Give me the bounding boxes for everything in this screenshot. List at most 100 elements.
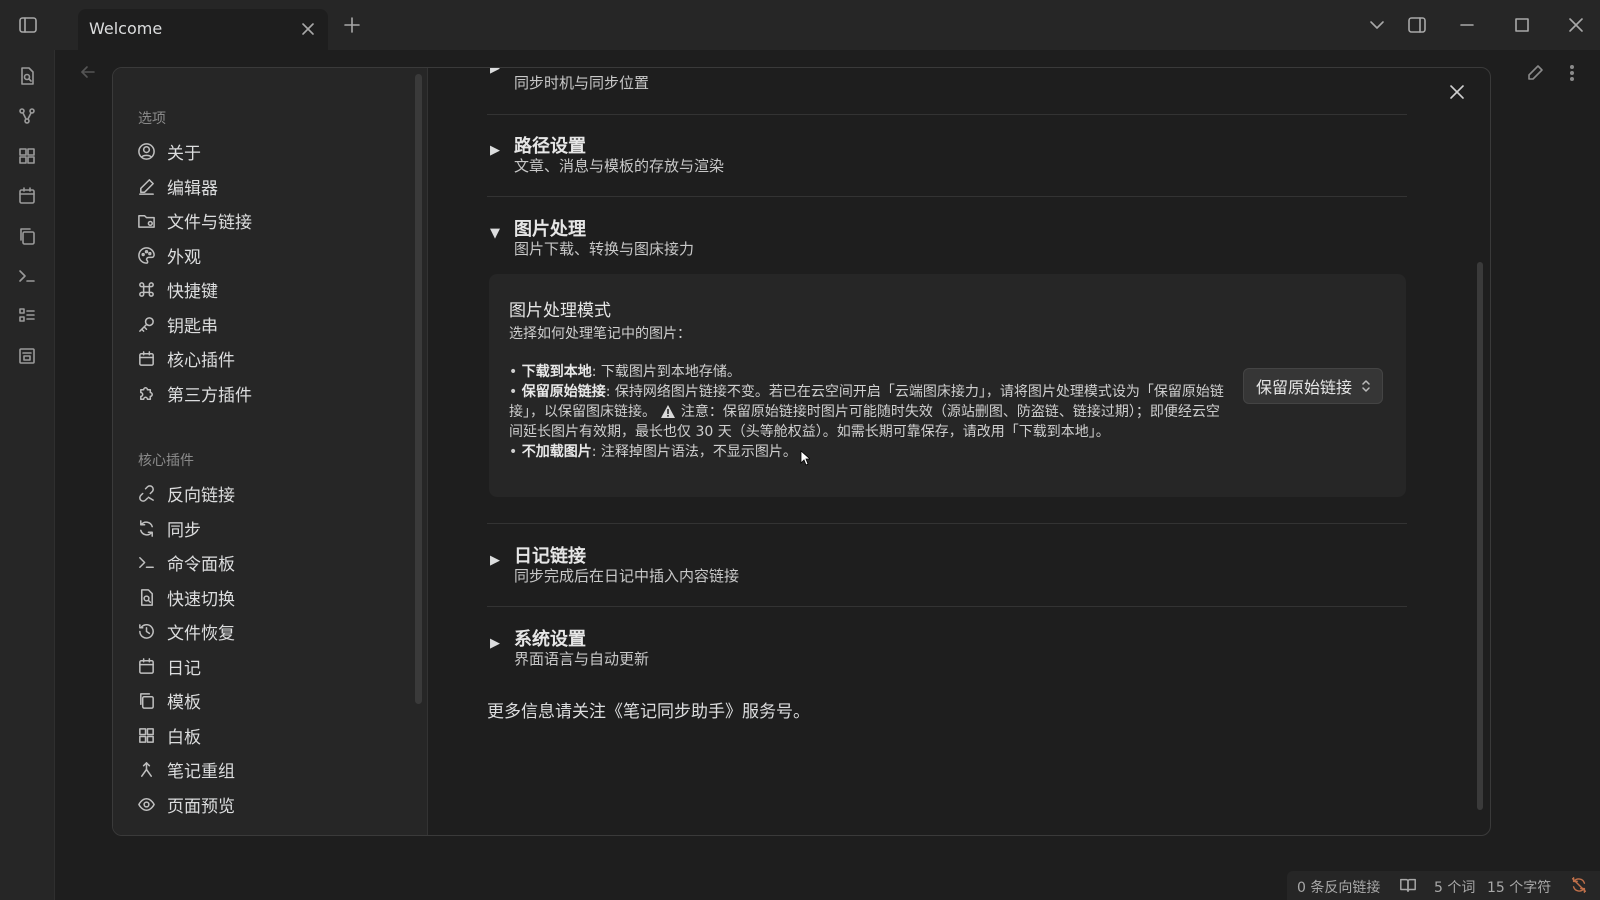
sidebar-item-daily-notes[interactable]: 日记 [133,650,405,682]
char-count: 15 个字符 [1487,880,1552,896]
section-path-settings[interactable]: ▶ 路径设置 文章、消息与模板的存放与渲染 [487,130,1407,180]
minimize-icon[interactable] [1455,13,1479,37]
sidebar-item-quick-switcher[interactable]: 快速切换 [133,581,405,613]
sidebar-item-keychain[interactable]: 钥匙串 [133,308,405,340]
section-desc: 同步时机与同步位置 [514,74,650,92]
grid-icon [139,727,154,743]
options-group-label: 选项 [138,111,166,127]
sidebar-item-core-plugins[interactable]: 核心插件 [133,342,405,374]
sidebar-item-label: 文件恢复 [167,623,235,644]
sidebar-toggle-icon[interactable] [16,13,40,37]
close-icon[interactable] [1447,82,1467,102]
terminal-icon[interactable] [17,266,37,286]
option-local: • 下载到本地: 下载图片到本地存储。 [509,364,741,380]
collapse-arrow-icon[interactable]: ▼ [490,226,500,241]
option-name: 不加载图片 [521,444,592,460]
sidebar-item-backlinks[interactable]: 反向链接 [133,477,405,509]
sidebar-item-community-plugins[interactable]: 第三方插件 [133,377,405,409]
more-options-icon[interactable] [1562,63,1582,83]
option-no-load: • 不加载图片: 注释掉图片语法，不显示图片。 [509,444,797,460]
file-search-icon[interactable] [17,66,37,86]
expand-arrow-icon[interactable]: ▶ [490,636,500,651]
divider [487,606,1407,607]
expand-arrow-icon[interactable]: ▶ [490,553,500,568]
option-name: 保留原始链接 [521,384,606,400]
sidebar-item-label: 快捷键 [167,281,218,302]
sidebar-item-canvas[interactable]: 白板 [133,719,405,751]
sidebar-scrollbar[interactable] [415,74,422,704]
sidebar-item-note-composer[interactable]: 笔记重组 [133,753,405,785]
sidebar-item-label: 同步 [167,520,201,541]
merge-icon [140,761,153,777]
list-icon[interactable] [17,306,37,326]
chevron-down-icon[interactable] [1365,13,1389,37]
option-desc: : 注释掉图片语法，不显示图片。 [591,444,797,460]
section-sync-timing[interactable]: ▶ 同步时机与同步位置 [487,68,1407,108]
copy-icon[interactable] [17,226,37,246]
reading-view-icon[interactable] [1399,876,1417,894]
backlinks-count[interactable]: 0 条反向链接 [1297,877,1380,897]
section-desc: 界面语言与自动更新 [514,650,650,668]
sidebar-item-command-palette[interactable]: 命令面板 [133,546,405,578]
tab-title: Welcome [89,19,163,38]
maximize-icon[interactable] [1510,13,1534,37]
canvas-icon[interactable] [17,146,37,166]
section-diary-link[interactable]: ▶ 日记链接 同步完成后在日记中插入内容链接 [487,540,1407,590]
title-bar: Welcome [0,0,1600,50]
arrow-left-icon[interactable] [78,62,98,82]
calendar-icon [139,657,154,674]
new-tab-icon[interactable] [340,13,364,37]
image-mode-setting: 图片处理模式 选择如何处理笔记中的图片： • 下载到本地: 下载图片到本地存储。… [489,274,1406,497]
image-mode-select[interactable]: 保留原始链接 [1243,368,1383,404]
sync-plugin-icon[interactable] [17,346,37,366]
sidebar-item-label: 笔记重组 [167,761,235,782]
chevron-up-down-icon [1362,380,1370,392]
sidebar-item-sync[interactable]: 同步 [133,512,405,544]
option-desc: : 下载图片到本地存储。 [591,364,741,380]
sidebar-item-hotkeys[interactable]: 快捷键 [133,273,405,305]
right-sidebar-toggle-icon[interactable] [1405,13,1429,37]
sidebar-item-label: 快速切换 [167,589,235,610]
section-desc: 文章、消息与模板的存放与渲染 [514,157,725,175]
sidebar-item-appearance[interactable]: 外观 [133,239,405,271]
sidebar-item-label: 日记 [167,658,201,679]
sidebar-item-page-preview[interactable]: 页面预览 [133,788,405,820]
setting-description: 选择如何处理笔记中的图片： • 下载到本地: 下载图片到本地存储。 • 保留原始… [509,324,1229,462]
tab-welcome[interactable]: Welcome [78,9,328,50]
option-name: 下载到本地 [521,364,592,380]
calendar-box-icon [139,350,154,366]
sync-disabled-icon[interactable] [1570,876,1588,894]
sidebar-item-about[interactable]: 关于 [133,135,405,167]
window-close-icon[interactable] [1564,13,1588,37]
sidebar-item-editor[interactable]: 编辑器 [133,170,405,202]
sidebar-item-label: 核心插件 [167,350,235,371]
option-keep-link: • 保留原始链接: 保持网络图片链接不变。若已在云空间开启「云端图床接力」，请将… [509,384,1224,440]
edit-icon[interactable] [1525,63,1545,83]
footer-note: 更多信息请关注《笔记同步助手》服务号。 [487,702,810,722]
word-count: 5 个词 [1434,880,1476,896]
content-scrollbar[interactable] [1477,262,1483,810]
sidebar-item-label: 反向链接 [167,485,235,506]
mouse-cursor-icon [800,450,810,466]
terminal-icon [139,556,154,568]
key-icon [139,316,154,332]
sidebar-item-label: 钥匙串 [167,316,218,337]
sidebar-item-label: 模板 [167,692,201,713]
expand-arrow-icon[interactable]: ▶ [490,68,500,76]
sidebar-item-file-recovery[interactable]: 文件恢复 [133,615,405,647]
backlink-icon [139,484,154,502]
settings-sidebar: 选项 关于 编辑器 文件与链接 外观 快捷键 钥匙串 核心插件 第三方插件 核心… [113,68,428,835]
sidebar-item-label: 编辑器 [167,178,218,199]
calendar-icon[interactable] [17,186,37,206]
history-icon [139,623,154,639]
section-system-settings[interactable]: ▶ 系统设置 界面语言与自动更新 [487,623,1407,673]
close-icon[interactable] [298,19,318,39]
folder-cog-icon [138,214,155,228]
graph-icon[interactable] [17,106,37,126]
section-image-processing[interactable]: ▼ 图片处理 图片下载、转换与图床接力 [487,213,1407,263]
sidebar-item-templates[interactable]: 模板 [133,684,405,716]
sidebar-item-files-links[interactable]: 文件与链接 [133,204,405,236]
sidebar-item-label: 关于 [167,143,201,164]
core-group-label: 核心插件 [138,453,194,469]
expand-arrow-icon[interactable]: ▶ [490,143,500,158]
